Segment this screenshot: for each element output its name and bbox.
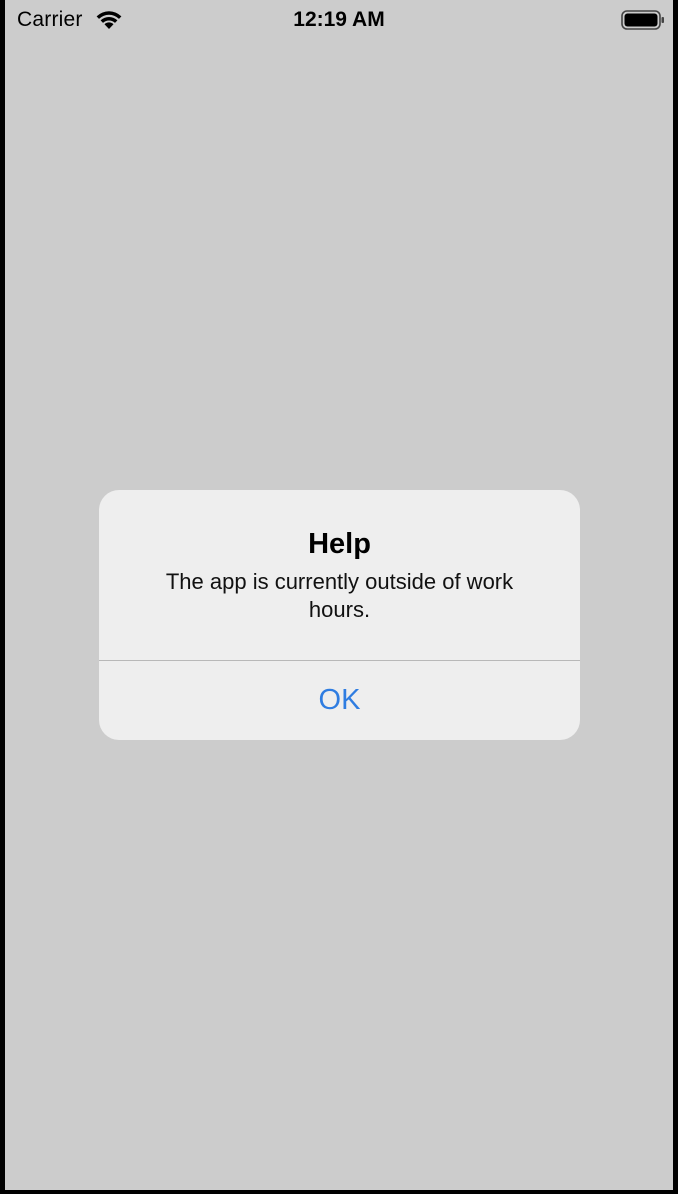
alert-dialog: Help The app is currently outside of wor… — [99, 490, 580, 740]
status-time: 12:19 AM — [293, 8, 385, 31]
alert-title: Help — [308, 528, 371, 560]
alert-message: The app is currently outside of work hou… — [165, 569, 514, 622]
ok-button[interactable]: OK — [99, 661, 580, 740]
battery-full-icon — [621, 10, 664, 30]
status-bar: Carrier 12:19 AM — [5, 0, 673, 40]
app-screen: Carrier 12:19 AM Help The app is current… — [5, 0, 673, 1190]
